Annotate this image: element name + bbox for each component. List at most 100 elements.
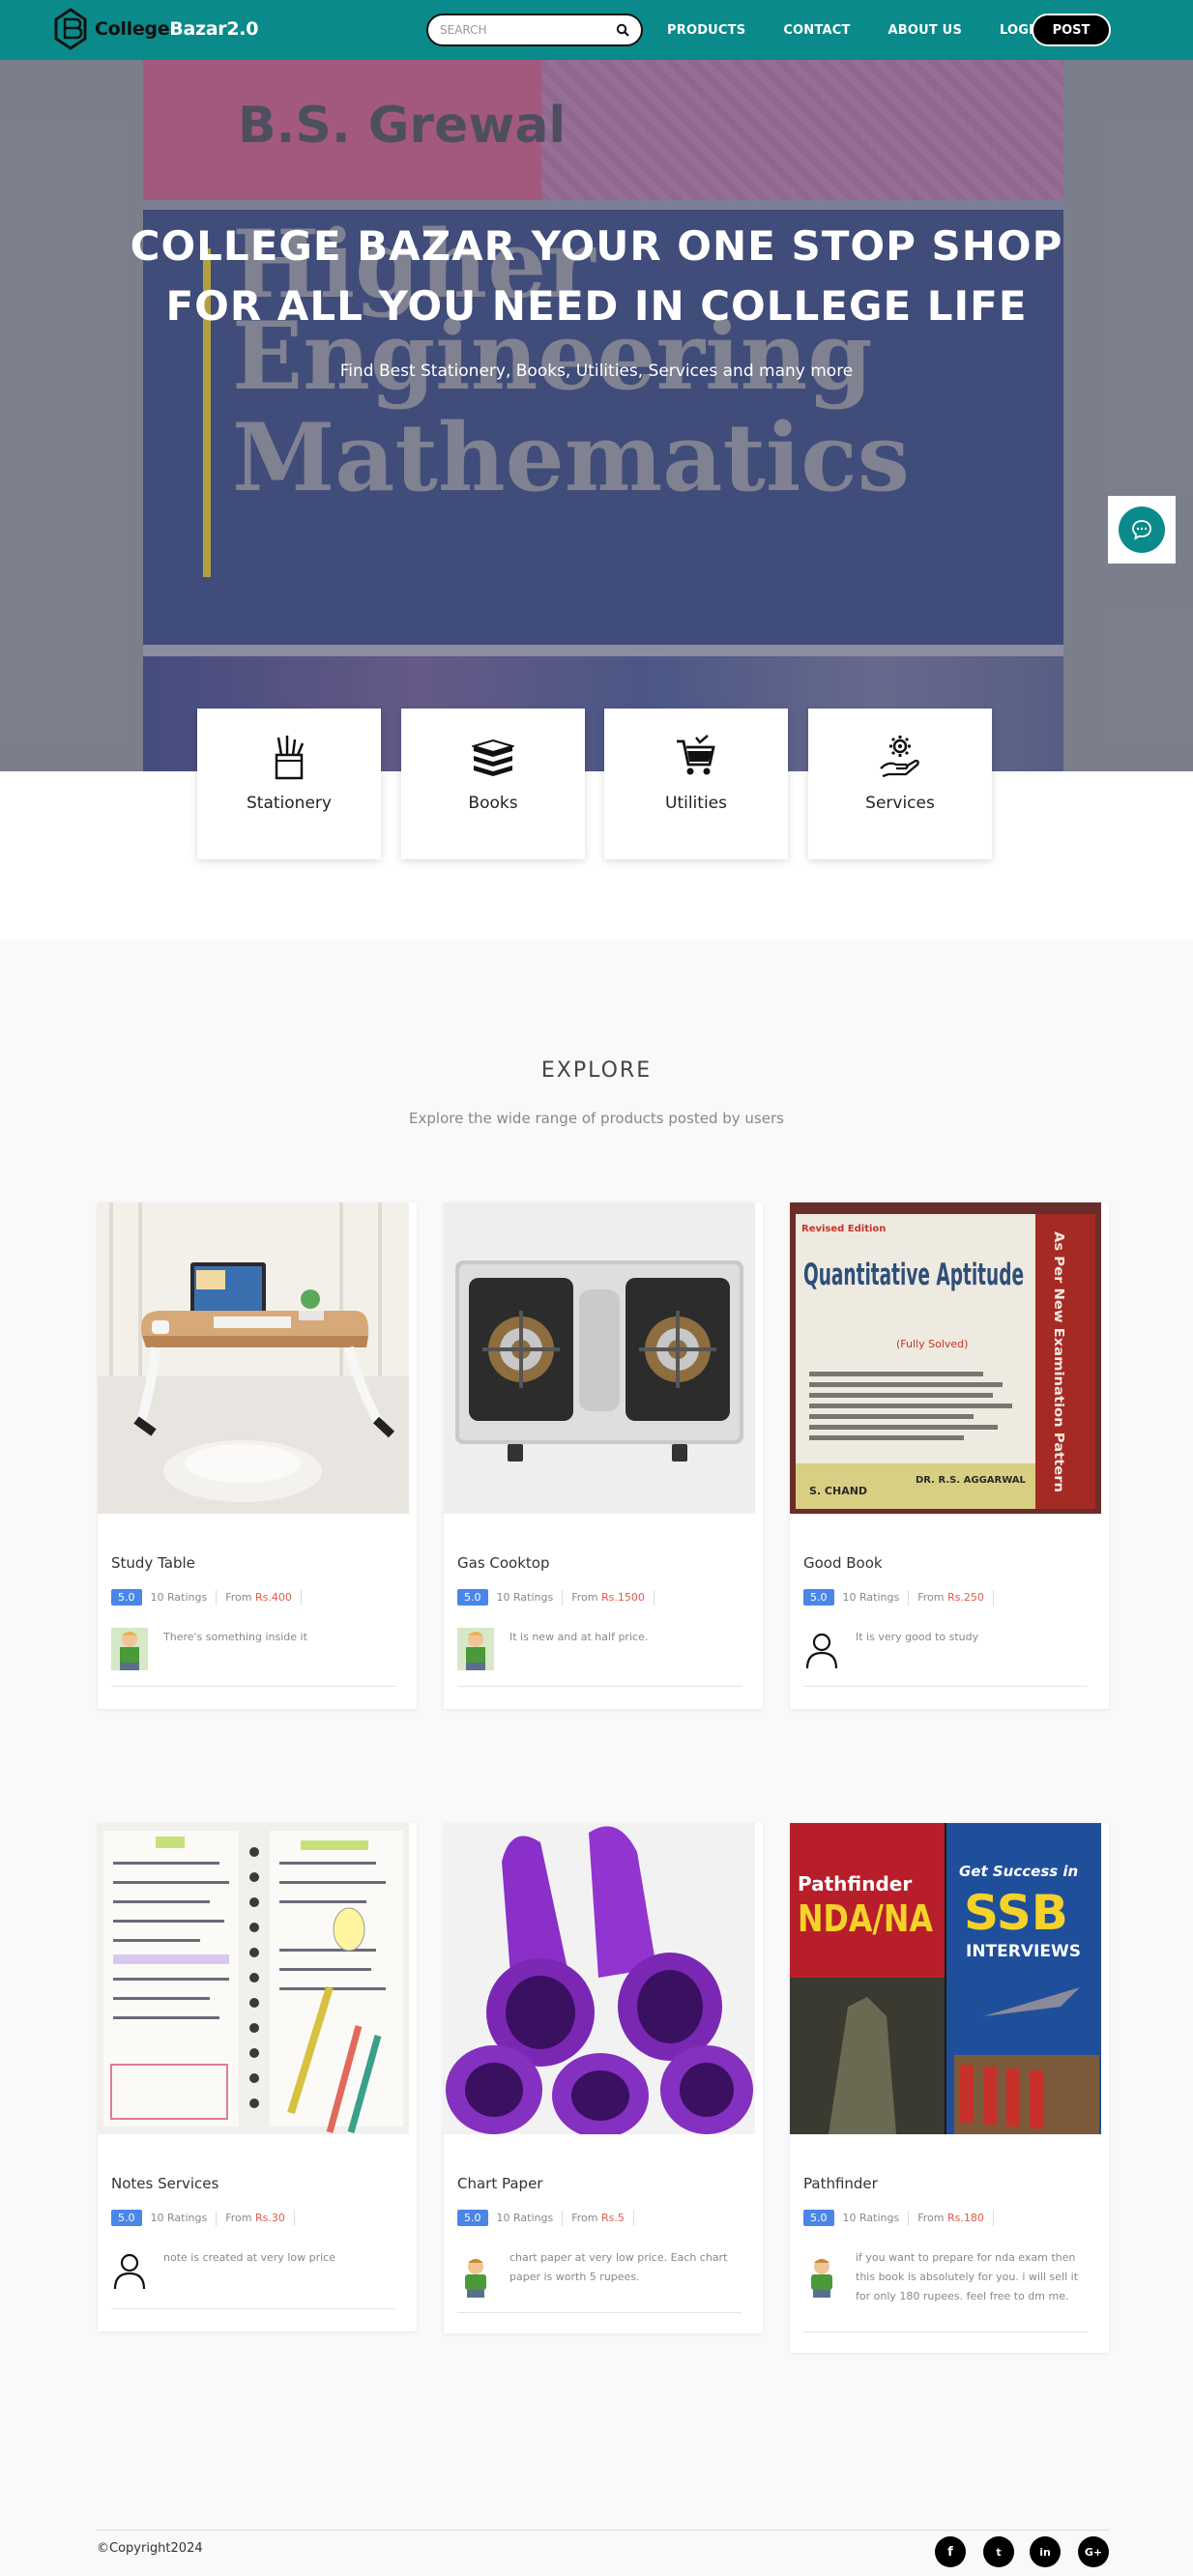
search-input[interactable]	[440, 23, 616, 37]
product-image[interactable]	[444, 1202, 755, 1514]
meta-divider	[992, 1589, 994, 1606]
ratings-count: 10 Ratings	[842, 1591, 900, 1604]
nav-contact[interactable]: CONTACT	[783, 23, 850, 38]
meta-divider	[632, 2210, 634, 2226]
post-button[interactable]: POST	[1032, 14, 1111, 46]
pencil-cup-icon	[275, 736, 305, 780]
product-name[interactable]: Pathfinder	[803, 2175, 878, 2192]
product-description: chart paper at very low price. Each char…	[509, 2251, 728, 2283]
aptitude-author: DR. R.S. AGGARWAL	[916, 1475, 1027, 1486]
brand-name-part1: College	[95, 18, 170, 40]
hero-title-line1: COLLEGE BAZAR YOUR ONE STOP SHOP	[130, 222, 1063, 270]
meta-divider	[562, 1589, 564, 1606]
rating-badge: 5.0	[111, 1589, 142, 1606]
product-image[interactable]	[98, 1823, 409, 2134]
price-from: From	[571, 2212, 598, 2224]
aptitude-publisher: S. CHAND	[809, 1485, 867, 1497]
meta-divider	[992, 2210, 994, 2226]
linkedin-icon[interactable]: in	[1030, 2536, 1061, 2567]
hero-overlay	[0, 60, 1193, 771]
category-label: Stationery	[247, 794, 332, 813]
product-card-pathfinder[interactable]: Pathfinder NDA/NA Get Success in SSB INT…	[790, 1823, 1109, 2353]
pathfinder-left-title: Pathfinder	[798, 1872, 912, 1896]
product-name[interactable]: Notes Services	[111, 2175, 218, 2192]
aptitude-book-image: Revised Edition Quantitative Aptitude (F…	[790, 1202, 1101, 1514]
product-card-gas-cooktop[interactable]: Gas Cooktop 5.0 10 Ratings From Rs.1500 …	[444, 1202, 763, 1709]
chart-paper-image	[444, 1823, 755, 2134]
product-meta: 5.0 10 Ratings From Rs.1500	[457, 1589, 663, 1606]
price-from: From	[917, 1591, 945, 1604]
product-name[interactable]: Gas Cooktop	[457, 1554, 550, 1572]
chat-widget[interactable]	[1108, 496, 1176, 564]
category-card-books[interactable]: Books	[401, 709, 585, 859]
notes-image	[98, 1823, 409, 2134]
product-name[interactable]: Chart Paper	[457, 2175, 542, 2192]
product-meta: 5.0 10 Ratings From Rs.400	[111, 1589, 310, 1606]
product-description: There's something inside it	[163, 1631, 307, 1643]
meta-divider	[293, 2210, 295, 2226]
aptitude-title: Quantitative Aptitude	[803, 1258, 1024, 1292]
gas-cooktop-image	[444, 1202, 755, 1514]
hero-subtitle: Find Best Stationery, Books, Utilities, …	[339, 362, 854, 381]
product-name[interactable]: Good Book	[803, 1554, 883, 1572]
price-value: Rs.5	[600, 2212, 625, 2224]
pathfinder-ssb: SSB	[964, 1885, 1068, 1941]
pathfinder-book-image: Pathfinder NDA/NA Get Success in SSB INT…	[790, 1823, 1101, 2134]
books-stack-icon	[472, 738, 514, 776]
nav-about-us[interactable]: ABOUT US	[888, 23, 963, 38]
card-divider	[111, 1686, 395, 1687]
cartoon-avatar	[465, 2259, 486, 2298]
pathfinder-nda: NDA/NA	[798, 1897, 933, 1940]
explore-title: EXPLORE	[540, 1058, 653, 1083]
product-image[interactable]	[444, 1823, 755, 2134]
gear-hand-icon	[880, 736, 919, 778]
brand-name: CollegeBazar2.0	[95, 18, 258, 40]
cartoon-avatar	[457, 1628, 494, 1670]
card-divider	[803, 1686, 1088, 1687]
hero-banner: B.S. Grewal Higher Engineering Mathemati…	[0, 60, 1193, 771]
product-card-chart-paper[interactable]: Chart Paper 5.0 10 Ratings From Rs.5 cha…	[444, 1823, 763, 2333]
product-card-study-table[interactable]: Study Table 5.0 10 Ratings From Rs.400 T…	[98, 1202, 417, 1709]
meta-divider	[216, 2210, 218, 2226]
product-card-good-book[interactable]: Revised Edition Quantitative Aptitude (F…	[790, 1202, 1109, 1709]
product-card-notes-services[interactable]: Notes Services 5.0 10 Ratings From Rs.30…	[98, 1823, 417, 2331]
product-description: note is created at very low price	[163, 2251, 335, 2264]
cartoon-avatar	[811, 2259, 832, 2298]
product-meta: 5.0 10 Ratings From Rs.180	[803, 2210, 1003, 2226]
category-label: Services	[865, 794, 935, 813]
category-label: Books	[468, 794, 518, 813]
chat-button[interactable]	[1119, 507, 1165, 553]
twitter-icon[interactable]: t	[983, 2536, 1014, 2567]
product-image[interactable]: Revised Edition Quantitative Aptitude (F…	[790, 1202, 1101, 1514]
ratings-count: 10 Ratings	[150, 1591, 208, 1604]
product-meta: 5.0 10 Ratings From Rs.250	[803, 1589, 1003, 1606]
rating-badge: 5.0	[803, 2210, 834, 2226]
user-icon	[113, 2253, 146, 2290]
category-card-services[interactable]: Services	[808, 709, 992, 859]
logo[interactable]: CollegeBazar2.0	[54, 8, 258, 50]
card-divider	[803, 2331, 1088, 2332]
search-icon[interactable]	[616, 23, 629, 37]
facebook-icon[interactable]: f	[935, 2536, 966, 2567]
category-card-utilities[interactable]: Utilities	[604, 709, 788, 859]
product-description: if you want to prepare for nda exam then…	[856, 2251, 1079, 2302]
pathfinder-interviews: INTERVIEWS	[966, 1942, 1081, 1961]
product-name[interactable]: Study Table	[111, 1554, 195, 1572]
nav-products[interactable]: PRODUCTS	[667, 23, 745, 38]
card-divider	[111, 2308, 395, 2309]
price-value: Rs.400	[254, 1591, 292, 1604]
product-meta: 5.0 10 Ratings From Rs.5	[457, 2210, 643, 2226]
price-value: Rs.30	[254, 2212, 285, 2224]
hero-title: COLLEGE BAZAR YOUR ONE STOP SHOP FOR ALL…	[0, 217, 1193, 336]
meta-divider	[562, 2210, 564, 2226]
category-card-stationery[interactable]: Stationery	[197, 709, 381, 859]
navbar: CollegeBazar2.0 PRODUCTS CONTACT ABOUT U…	[0, 0, 1193, 60]
product-image[interactable]: Pathfinder NDA/NA Get Success in SSB INT…	[790, 1823, 1101, 2134]
hero-title-line2: FOR ALL YOU NEED IN COLLEGE LIFE	[165, 282, 1028, 330]
card-divider	[457, 2312, 742, 2313]
meta-divider	[216, 1589, 218, 1606]
google-plus-icon[interactable]: G+	[1078, 2536, 1109, 2567]
search-bar[interactable]	[426, 14, 643, 46]
product-image[interactable]	[98, 1202, 409, 1514]
meta-divider	[300, 1589, 302, 1606]
